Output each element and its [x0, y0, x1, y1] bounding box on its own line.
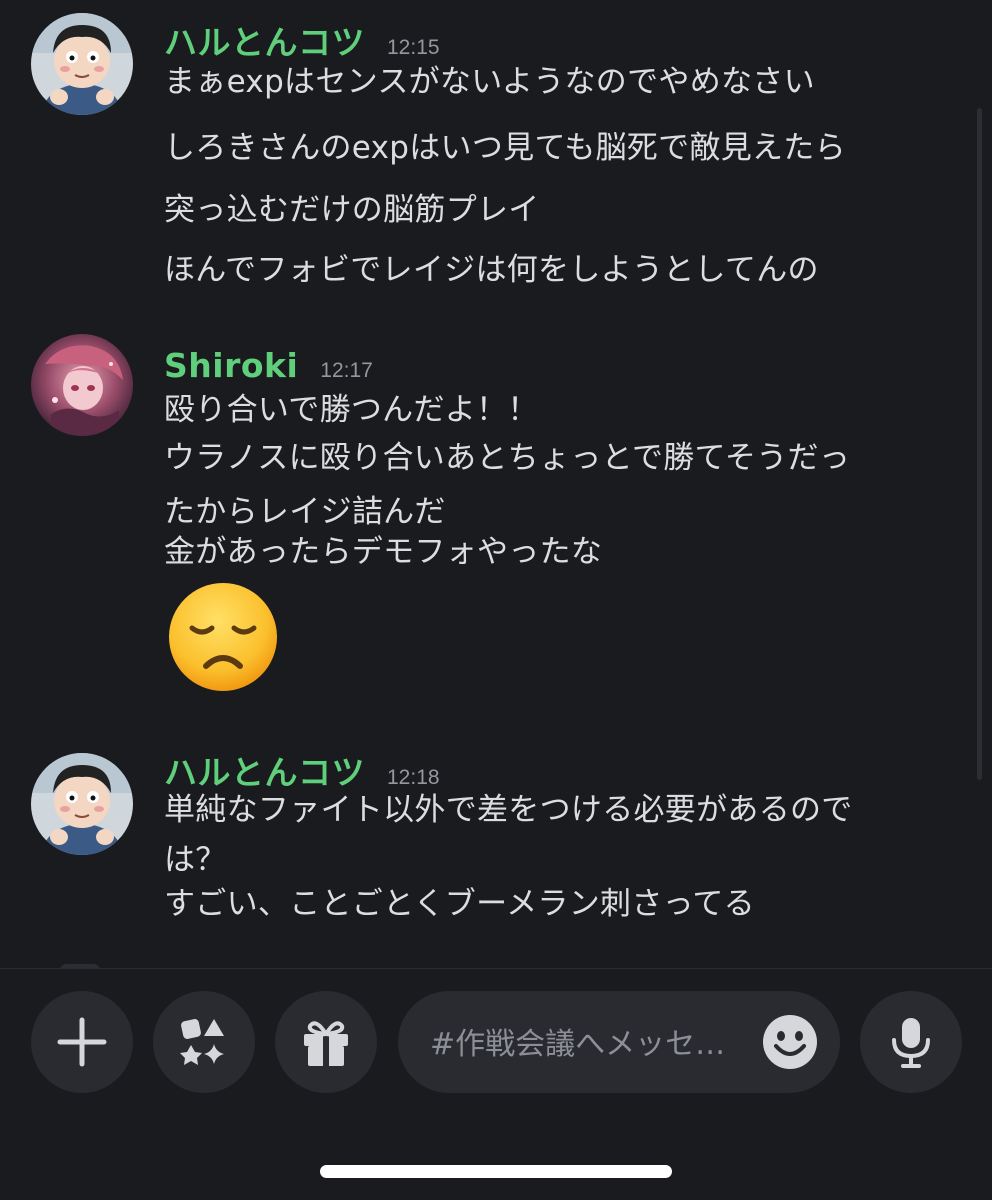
apps-button[interactable] — [153, 991, 255, 1093]
message-text: ウラノスに殴り合いあとちょっとで勝てそうだっ — [164, 440, 851, 476]
message-text: 殴り合いで勝つんだよ！！ — [164, 392, 539, 428]
username[interactable]: ハルとんコツ — [164, 746, 365, 794]
avatar[interactable] — [31, 13, 133, 115]
plus-icon — [57, 1017, 107, 1067]
message-input[interactable]: #作戦会議へメッセージを送信 — [398, 991, 840, 1093]
scrollbar[interactable] — [977, 108, 982, 780]
message-text: まぁexpはセンスがないようなのでやめなさい — [164, 64, 815, 100]
message-text: 単純なファイト以外で差をつける必要があるので — [164, 792, 853, 828]
message-text: たからレイジ詰んだ — [164, 494, 446, 530]
message-text: 突っ込むだけの脳筋プレイ — [164, 192, 540, 228]
message-text: は？ — [164, 842, 227, 878]
avatar[interactable] — [31, 334, 133, 436]
username[interactable]: ハルとんコツ — [164, 16, 365, 64]
home-indicator[interactable] — [320, 1165, 672, 1178]
discord-channel-screen: ハルとんコツ 12:15 まぁexpはセンスがないようなのでやめなさい しろきさ… — [0, 0, 992, 1200]
username[interactable]: Shiroki — [164, 346, 298, 385]
gift-button[interactable] — [275, 991, 377, 1093]
smiley-icon[interactable] — [762, 1014, 818, 1070]
add-attachment-button[interactable] — [31, 991, 133, 1093]
voice-message-button[interactable] — [860, 991, 962, 1093]
microphone-icon — [892, 1018, 930, 1068]
disappointed-face-icon — [166, 580, 280, 694]
message-text: 金があったらデモフォやったな — [164, 534, 603, 570]
timestamp: 12:15 — [387, 36, 440, 59]
timestamp: 12:18 — [387, 766, 440, 789]
timestamp: 12:17 — [320, 359, 373, 382]
message-text: すごい、ことごとくブーメラン刺さってる — [164, 886, 755, 922]
apps-icon — [180, 1019, 224, 1065]
message-text: しろきさんのexpはいつ見ても脳死で敵見えたら — [164, 130, 846, 166]
message-list[interactable]: ハルとんコツ 12:15 まぁexpはセンスがないようなのでやめなさい しろきさ… — [0, 0, 992, 968]
gift-icon — [304, 1021, 348, 1066]
message-text: ほんでフォビでレイジは何をしようとしてんの — [164, 252, 819, 288]
avatar[interactable] — [31, 753, 133, 855]
message-input-placeholder: #作戦会議へメッセージを送信 — [430, 1027, 750, 1062]
